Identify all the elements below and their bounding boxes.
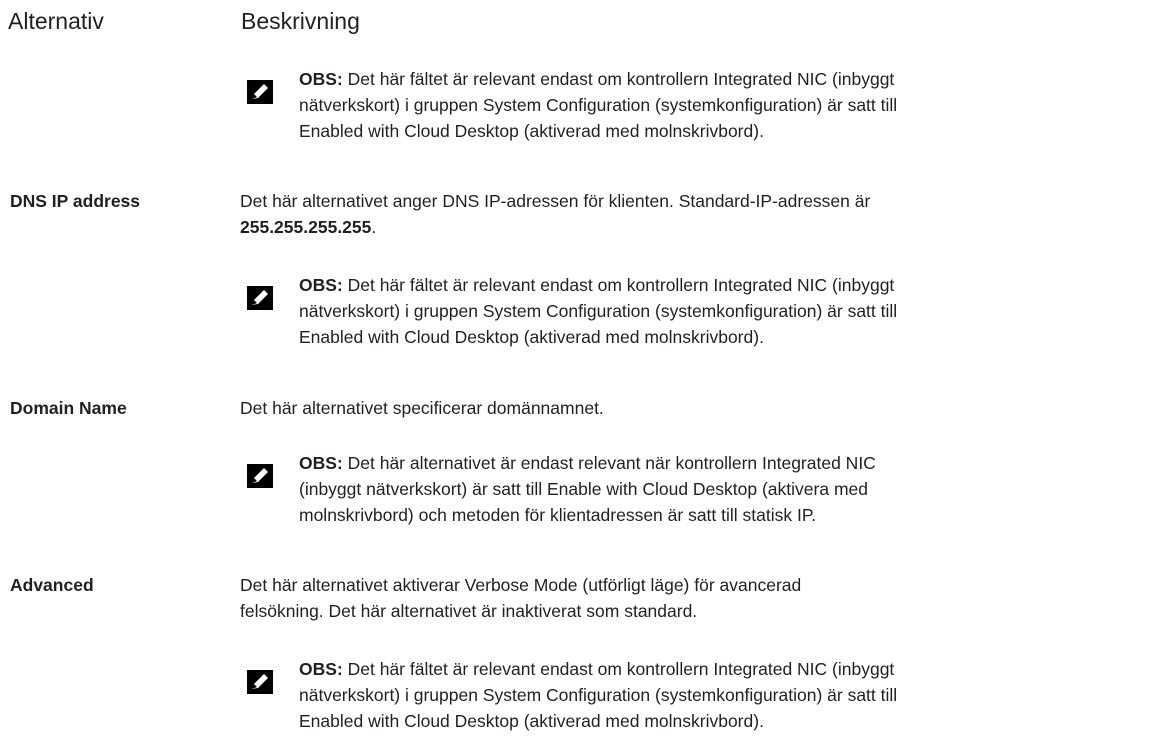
pencil-note-icon: [247, 464, 273, 488]
pencil-note-icon: [247, 80, 273, 104]
note-label: OBS:: [299, 659, 343, 679]
dns-default-value: 255.255.255.255: [240, 217, 372, 237]
option-name-advanced: Advanced: [10, 575, 94, 595]
advanced-description: Det här alternativet aktiverar Verbose M…: [240, 575, 802, 621]
option-name-dns-ip: DNS IP address: [10, 191, 141, 211]
note-label: OBS:: [299, 69, 343, 89]
pencil-note-icon: [247, 286, 273, 310]
note-label: OBS:: [299, 453, 343, 473]
option-name-domain: Domain Name: [10, 398, 127, 418]
note-text: OBS: Det här fältet är relevant endast o…: [299, 69, 898, 141]
column-header-description: Beskrivning: [241, 8, 360, 34]
note-label: OBS:: [299, 275, 343, 295]
dns-description: Det här alternativet anger DNS IP-adress…: [240, 191, 871, 237]
domain-description: Det här alternativet specificerar domänn…: [240, 398, 604, 418]
note-text: OBS: Det här fältet är relevant endast o…: [299, 659, 898, 731]
note-text: OBS: Det här fältet är relevant endast o…: [299, 275, 898, 347]
note-text: OBS: Det här alternativet är endast rele…: [299, 453, 876, 525]
column-header-option: Alternativ: [8, 8, 104, 34]
pencil-note-icon: [247, 670, 273, 694]
